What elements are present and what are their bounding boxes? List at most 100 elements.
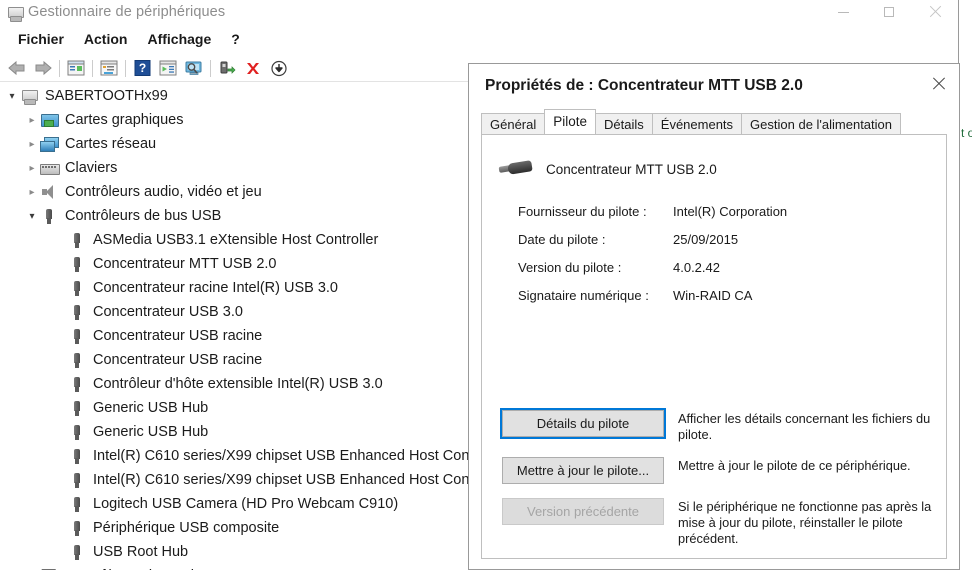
enable-device-icon[interactable] bbox=[214, 56, 240, 80]
driver-info-grid: Fournisseur du pilote : Intel(R) Corpora… bbox=[518, 197, 918, 309]
minimize-icon[interactable] bbox=[820, 0, 866, 24]
display-adapter-icon bbox=[40, 111, 59, 129]
tree-item-label: Generic USB Hub bbox=[93, 400, 209, 416]
toolbar-separator bbox=[210, 59, 211, 77]
chevron-right-icon[interactable]: ▸ bbox=[24, 156, 40, 180]
info-row-signer: Signataire numérique : Win-RAID CA bbox=[518, 281, 918, 309]
window-controls bbox=[820, 0, 958, 24]
tree-item-label: Cartes réseau bbox=[65, 136, 157, 152]
tree-item-label: Concentrateur racine Intel(R) USB 3.0 bbox=[93, 280, 338, 296]
update-driver-button[interactable]: Mettre à jour le pilote... bbox=[502, 457, 664, 484]
keyboard-icon bbox=[40, 159, 60, 177]
dialog-title-bar: Propriétés de : Concentrateur MTT USB 2.… bbox=[469, 64, 959, 108]
background-window-content: t o e n a n t o bbox=[961, 120, 972, 570]
toolbar-separator bbox=[125, 59, 126, 77]
tree-item-label: Contrôleurs audio, vidéo et jeu bbox=[65, 184, 262, 200]
scan-hardware-changes-icon[interactable] bbox=[181, 56, 207, 80]
usb-icon bbox=[68, 399, 86, 417]
info-row-date: Date du pilote : 25/09/2015 bbox=[518, 225, 918, 253]
usb-icon bbox=[68, 423, 86, 441]
tab-general[interactable]: Général bbox=[481, 113, 546, 134]
device-properties-dialog: Propriétés de : Concentrateur MTT USB 2.… bbox=[468, 63, 960, 570]
action-row-roll-back: Version précédente Si le périphérique ne… bbox=[502, 498, 942, 547]
action-row-driver-details: Détails du pilote Afficher les détails c… bbox=[500, 408, 942, 443]
tree-item-label: Concentrateur USB 3.0 bbox=[93, 304, 243, 320]
update-driver-icon[interactable] bbox=[155, 56, 181, 80]
device-manager-icon bbox=[6, 4, 24, 22]
usb-icon bbox=[68, 519, 86, 537]
tree-item-label: Cartes graphiques bbox=[65, 112, 184, 128]
tree-item-label: Contrôleur d'hôte extensible Intel(R) US… bbox=[93, 376, 383, 392]
back-arrow-icon[interactable] bbox=[4, 56, 30, 80]
menu-fichier[interactable]: Fichier bbox=[8, 29, 74, 49]
tree-item-label: Logitech USB Camera (HD Pro Webcam C910) bbox=[93, 496, 399, 512]
close-icon[interactable] bbox=[923, 70, 953, 96]
usb-icon bbox=[40, 207, 58, 225]
info-label: Version du pilote : bbox=[518, 259, 622, 275]
window-title: Gestionnaire de périphériques bbox=[28, 4, 226, 20]
help-icon[interactable]: ? bbox=[129, 56, 155, 80]
tree-item-label: Concentrateur USB racine bbox=[93, 352, 263, 368]
usb-icon bbox=[68, 375, 86, 393]
info-value: 4.0.2.42 bbox=[673, 259, 720, 275]
info-label: Date du pilote : bbox=[518, 231, 606, 247]
info-row-version: Version du pilote : 4.0.2.42 bbox=[518, 253, 918, 281]
tab-details[interactable]: Détails bbox=[595, 113, 653, 134]
title-bar: Gestionnaire de périphériques bbox=[0, 0, 958, 24]
chevron-right-icon[interactable]: ▸ bbox=[24, 564, 40, 570]
usb-icon bbox=[68, 471, 86, 489]
device-header: Concentrateur MTT USB 2.0 bbox=[498, 157, 717, 181]
show-hidden-devices-icon[interactable] bbox=[96, 56, 122, 80]
tree-item-label: USB Root Hub bbox=[93, 544, 189, 560]
menu-affichage[interactable]: Affichage bbox=[137, 29, 221, 49]
tree-item-label: Contrôleurs de bus USB bbox=[65, 208, 222, 224]
info-value: 25/09/2015 bbox=[673, 231, 739, 247]
tab-evenements[interactable]: Événements bbox=[651, 113, 743, 134]
chevron-right-icon[interactable]: ▸ bbox=[24, 180, 40, 204]
uninstall-device-icon[interactable] bbox=[240, 56, 266, 80]
network-adapter-icon bbox=[40, 135, 59, 153]
info-value: Intel(R) Corporation bbox=[673, 203, 788, 219]
background-window[interactable]: t o e n a n t o bbox=[958, 0, 972, 570]
disable-device-icon[interactable] bbox=[266, 56, 292, 80]
driver-tab-panel: Concentrateur MTT USB 2.0 Fournisseur du… bbox=[481, 134, 947, 559]
tree-item-label: SABERTOOTHx99 bbox=[45, 88, 168, 104]
chevron-down-icon[interactable]: ▾ bbox=[4, 84, 20, 108]
tree-item-label: Concentrateur USB racine bbox=[93, 328, 263, 344]
usb-icon bbox=[68, 495, 86, 513]
tree-item-label: ASMedia USB3.1 eXtensible Host Controlle… bbox=[93, 232, 379, 248]
forward-arrow-icon[interactable] bbox=[30, 56, 56, 80]
maximize-icon[interactable] bbox=[866, 0, 912, 24]
usb-icon bbox=[68, 447, 86, 465]
tree-item-label: Generic USB Hub bbox=[93, 424, 209, 440]
info-label: Fournisseur du pilote : bbox=[518, 203, 647, 219]
chevron-right-icon[interactable]: ▸ bbox=[24, 108, 40, 132]
dialog-title: Propriétés de : Concentrateur MTT USB 2.… bbox=[485, 77, 803, 94]
chevron-right-icon[interactable]: ▸ bbox=[24, 132, 40, 156]
tab-pilote[interactable]: Pilote bbox=[544, 109, 597, 134]
menu-help[interactable]: ? bbox=[221, 29, 250, 49]
usb-icon bbox=[68, 543, 86, 561]
usb-icon bbox=[68, 279, 86, 297]
roll-back-driver-description: Si le périphérique ne fonctionne pas apr… bbox=[678, 499, 932, 546]
usb-icon bbox=[68, 327, 86, 345]
toolbar-separator bbox=[59, 59, 60, 77]
driver-details-button[interactable]: Détails du pilote bbox=[500, 408, 666, 439]
chevron-down-icon[interactable]: ▾ bbox=[24, 204, 40, 228]
usb-icon bbox=[68, 351, 86, 369]
menu-action[interactable]: Action bbox=[74, 29, 138, 49]
audio-icon bbox=[40, 183, 58, 201]
usb-icon bbox=[68, 255, 86, 273]
driver-details-description: Afficher les détails concernant les fich… bbox=[678, 411, 931, 442]
info-row-provider: Fournisseur du pilote : Intel(R) Corpora… bbox=[518, 197, 918, 225]
tab-gestion-alimentation[interactable]: Gestion de l'alimentation bbox=[741, 113, 901, 134]
tree-item-label: Claviers bbox=[65, 160, 118, 176]
properties-window-icon[interactable] bbox=[63, 56, 89, 80]
roll-back-driver-button: Version précédente bbox=[502, 498, 664, 525]
dialog-tabs: Général Pilote Détails Événements Gestio… bbox=[481, 109, 901, 134]
close-icon[interactable] bbox=[912, 0, 958, 24]
toolbar-separator bbox=[92, 59, 93, 77]
usb-icon bbox=[68, 231, 86, 249]
device-name: Concentrateur MTT USB 2.0 bbox=[546, 161, 717, 177]
info-label: Signataire numérique : bbox=[518, 287, 649, 303]
